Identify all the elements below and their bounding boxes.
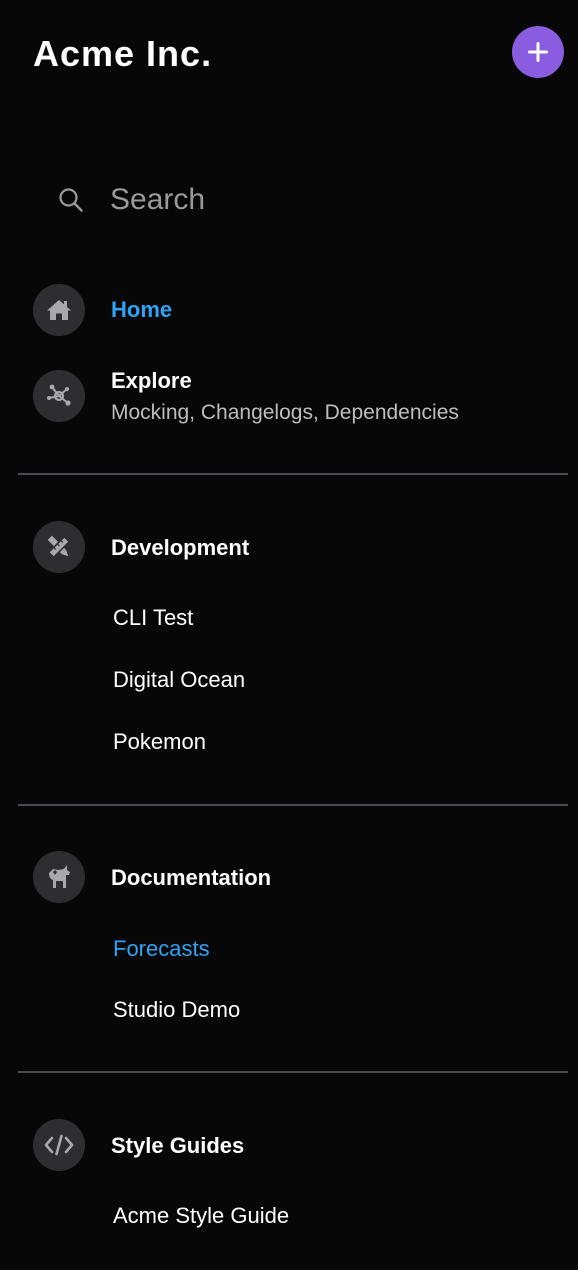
section-development-title: Development: [111, 535, 250, 560]
section-documentation-title: Documentation: [111, 865, 272, 890]
add-button[interactable]: [512, 26, 564, 78]
home-icon: [47, 300, 71, 320]
nav-explore-subtitle: Mocking, Changelogs, Dependencies: [111, 401, 459, 424]
link-forecasts[interactable]: Forecasts: [113, 935, 210, 963]
link-cli-test[interactable]: CLI Test: [113, 604, 193, 632]
section-development[interactable]: Development: [33, 521, 249, 573]
nav-item-explore[interactable]: Explore Mocking, Changelogs, Dependencie…: [33, 368, 459, 427]
link-studio-demo[interactable]: Studio Demo: [113, 996, 240, 1024]
home-icon-circle: [33, 284, 85, 336]
divider: [18, 804, 568, 806]
search-icon: [58, 187, 84, 213]
divider: [18, 1071, 568, 1073]
section-style-guides[interactable]: Style Guides: [33, 1119, 244, 1171]
plus-icon: [528, 42, 548, 62]
brand-name: Acme Inc.: [33, 33, 213, 74]
code-icon: [44, 1134, 74, 1156]
search-input[interactable]: [110, 183, 490, 217]
link-pokemon[interactable]: Pokemon: [113, 728, 206, 756]
link-digital-ocean[interactable]: Digital Ocean: [113, 666, 245, 694]
nav-item-home[interactable]: Home: [33, 284, 172, 336]
style-guides-icon-circle: [33, 1119, 85, 1171]
pencil-ruler-icon: [47, 535, 70, 558]
unicorn-icon: [49, 865, 70, 888]
documentation-icon-circle: [33, 851, 85, 903]
nav-explore-label: Explore: [111, 368, 192, 393]
section-style-guides-title: Style Guides: [111, 1133, 245, 1158]
nodes-icon: [47, 384, 71, 406]
development-icon-circle: [33, 521, 85, 573]
sidebar-panel: Acme Inc. Home: [0, 0, 578, 1270]
search-bar: [40, 168, 540, 232]
link-acme-style-guide[interactable]: Acme Style Guide: [113, 1202, 289, 1230]
header: Acme Inc.: [0, 0, 578, 110]
section-documentation[interactable]: Documentation: [33, 851, 271, 903]
explore-icon-circle: [33, 370, 85, 422]
nav-home-label: Home: [111, 297, 173, 322]
divider: [18, 473, 568, 475]
